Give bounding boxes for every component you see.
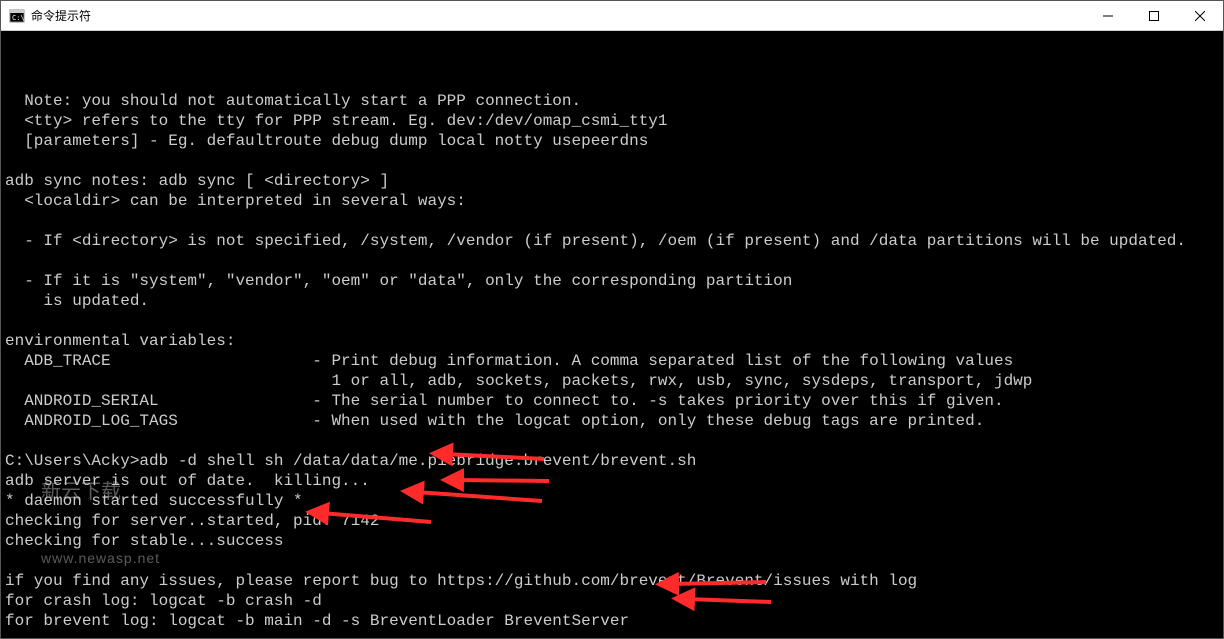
terminal-line	[5, 631, 1219, 638]
terminal-line	[5, 551, 1219, 571]
terminal-line: ANDROID_LOG_TAGS - When used with the lo…	[5, 411, 1219, 431]
terminal-line: adb sync notes: adb sync [ <directory> ]	[5, 171, 1219, 191]
terminal-line: environmental variables:	[5, 331, 1219, 351]
terminal-line: - If <directory> is not specified, /syst…	[5, 231, 1219, 251]
terminal-output[interactable]: Note: you should not automatically start…	[1, 31, 1223, 638]
terminal-line: Note: you should not automatically start…	[5, 91, 1219, 111]
terminal-line: 1 or all, adb, sockets, packets, rwx, us…	[5, 371, 1219, 391]
terminal-line: for crash log: logcat -b crash -d	[5, 591, 1219, 611]
terminal-line: if you find any issues, please report bu…	[5, 571, 1219, 591]
terminal-line	[5, 211, 1219, 231]
terminal-line	[5, 251, 1219, 271]
terminal-line: - If it is "system", "vendor", "oem" or …	[5, 271, 1219, 291]
terminal-line: * daemon started successfully *	[5, 491, 1219, 511]
terminal-line: checking for stable...success	[5, 531, 1219, 551]
terminal-line	[5, 431, 1219, 451]
close-button[interactable]	[1177, 1, 1223, 30]
cmd-icon: C:\	[9, 8, 25, 24]
window-controls	[1085, 1, 1223, 30]
command-prompt-window: C:\ 命令提示符 Note: you should not automatic…	[0, 0, 1224, 639]
terminal-line: checking for server..started, pid: 7142	[5, 511, 1219, 531]
terminal-line: adb server is out of date. killing...	[5, 471, 1219, 491]
terminal-line: [parameters] - Eg. defaultroute debug du…	[5, 131, 1219, 151]
minimize-button[interactable]	[1085, 1, 1131, 30]
terminal-line	[5, 311, 1219, 331]
terminal-line: ANDROID_SERIAL - The serial number to co…	[5, 391, 1219, 411]
terminal-line	[5, 151, 1219, 171]
terminal-line: ADB_TRACE - Print debug information. A c…	[5, 351, 1219, 371]
svg-text:C:\: C:\	[12, 14, 25, 22]
maximize-button[interactable]	[1131, 1, 1177, 30]
titlebar[interactable]: C:\ 命令提示符	[1, 1, 1223, 31]
terminal-line: is updated.	[5, 291, 1219, 311]
terminal-line: <localdir> can be interpreted in several…	[5, 191, 1219, 211]
terminal-line: <tty> refers to the tty for PPP stream. …	[5, 111, 1219, 131]
window-title: 命令提示符	[31, 7, 91, 24]
terminal-line: for brevent log: logcat -b main -d -s Br…	[5, 611, 1219, 631]
terminal-line: C:\Users\Acky>adb -d shell sh /data/data…	[5, 451, 1219, 471]
